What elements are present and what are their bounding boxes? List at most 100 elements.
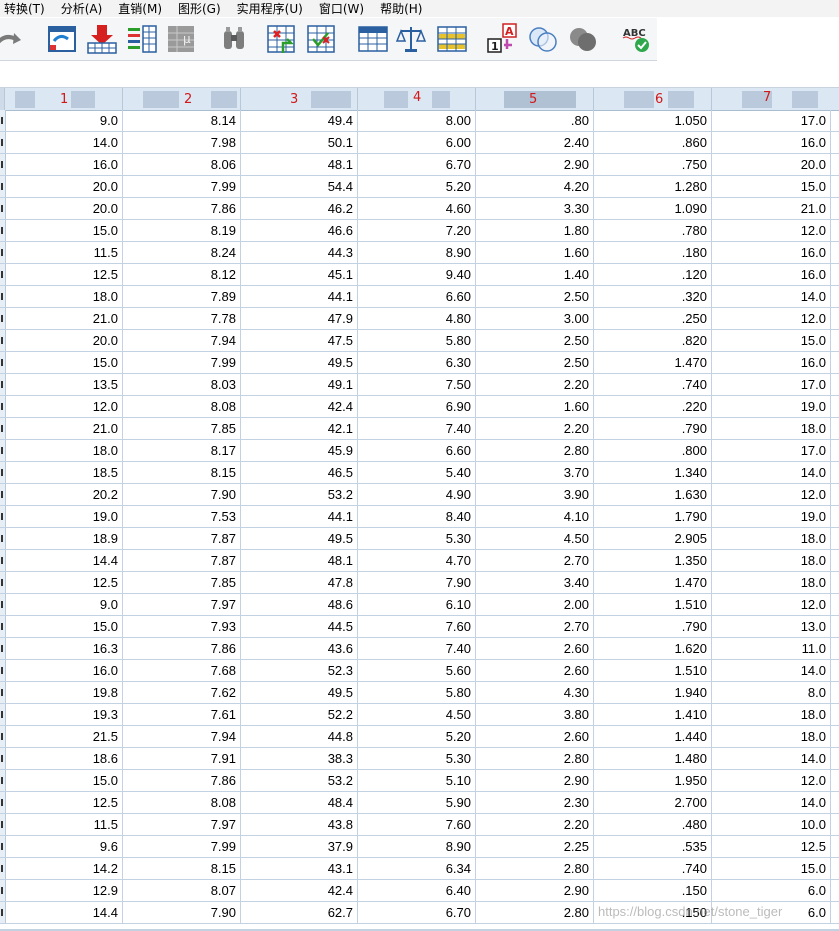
data-cell[interactable]: 8.14	[123, 110, 241, 131]
data-cell[interactable]: 7.20	[358, 220, 476, 241]
select-cases-icon[interactable]	[436, 23, 468, 55]
data-cell[interactable]: 6.34	[358, 858, 476, 879]
data-cell[interactable]: 9.0	[5, 594, 123, 615]
data-cell[interactable]: 6.0	[712, 880, 831, 901]
data-cell[interactable]: 14.4	[5, 550, 123, 571]
data-cell[interactable]: 3.80	[476, 704, 594, 725]
data-cell[interactable]: 47.5	[241, 330, 358, 351]
data-cell[interactable]: 18.0	[5, 286, 123, 307]
data-cell[interactable]: 7.62	[123, 682, 241, 703]
data-cell[interactable]: 7.60	[358, 616, 476, 637]
data-cell[interactable]: 15.0	[712, 330, 831, 351]
data-cell[interactable]: 6.70	[358, 154, 476, 175]
data-cell[interactable]: 7.99	[123, 836, 241, 857]
data-cell[interactable]: 46.6	[241, 220, 358, 241]
data-cell[interactable]: .150	[594, 902, 712, 923]
data-cell[interactable]: 2.30	[476, 792, 594, 813]
data-cell[interactable]: 7.78	[123, 308, 241, 329]
data-cell[interactable]: 49.1	[241, 374, 358, 395]
data-cell[interactable]: 42.1	[241, 418, 358, 439]
data-cell[interactable]: 4.50	[358, 704, 476, 725]
data-cell[interactable]: 4.90	[358, 484, 476, 505]
column-header-6[interactable]: 6	[594, 88, 712, 110]
data-cell[interactable]: 12.5	[5, 572, 123, 593]
data-cell[interactable]: 8.00	[358, 110, 476, 131]
insert-cases-icon[interactable]	[265, 23, 297, 55]
data-cell[interactable]: 7.53	[123, 506, 241, 527]
data-cell[interactable]: 5.80	[358, 682, 476, 703]
data-cell[interactable]: .740	[594, 374, 712, 395]
data-cell[interactable]: 43.1	[241, 858, 358, 879]
data-cell[interactable]: 1.340	[594, 462, 712, 483]
data-cell[interactable]: 20.0	[5, 198, 123, 219]
data-cell[interactable]: 7.91	[123, 748, 241, 769]
menu-window[interactable]: 窗口(W)	[315, 0, 364, 17]
data-cell[interactable]: 11.5	[5, 814, 123, 835]
data-cell[interactable]: 20.0	[5, 330, 123, 351]
data-cell[interactable]: .250	[594, 308, 712, 329]
data-cell[interactable]: 6.10	[358, 594, 476, 615]
menu-transform[interactable]: 转换(T)	[0, 0, 45, 17]
data-cell[interactable]: .820	[594, 330, 712, 351]
data-cell[interactable]: 7.90	[123, 902, 241, 923]
data-cell[interactable]: 44.1	[241, 506, 358, 527]
data-cell[interactable]: 38.3	[241, 748, 358, 769]
data-cell[interactable]: 16.3	[5, 638, 123, 659]
data-cell[interactable]: 1.280	[594, 176, 712, 197]
data-cell[interactable]: 1.40	[476, 264, 594, 285]
data-cell[interactable]: 13.0	[712, 616, 831, 637]
data-cell[interactable]: 9.0	[5, 110, 123, 131]
data-cell[interactable]: 49.5	[241, 352, 358, 373]
data-cell[interactable]: 8.24	[123, 242, 241, 263]
data-cell[interactable]: 8.08	[123, 792, 241, 813]
data-cell[interactable]: 9.6	[5, 836, 123, 857]
data-cell[interactable]: 1.350	[594, 550, 712, 571]
data-cell[interactable]: 53.2	[241, 770, 358, 791]
data-cell[interactable]: 2.70	[476, 616, 594, 637]
data-cell[interactable]: 14.0	[712, 660, 831, 681]
show-all-variables-icon[interactable]	[567, 23, 599, 55]
data-cell[interactable]: 2.25	[476, 836, 594, 857]
data-cell[interactable]: 18.0	[712, 572, 831, 593]
data-cell[interactable]: .535	[594, 836, 712, 857]
data-cell[interactable]: 6.90	[358, 396, 476, 417]
data-cell[interactable]: 8.17	[123, 440, 241, 461]
data-cell[interactable]: 5.20	[358, 176, 476, 197]
data-cell[interactable]: 16.0	[5, 154, 123, 175]
data-cell[interactable]: 8.08	[123, 396, 241, 417]
data-cell[interactable]: 14.0	[712, 286, 831, 307]
data-cell[interactable]: 21.0	[5, 418, 123, 439]
data-cell[interactable]: 12.5	[5, 792, 123, 813]
data-cell[interactable]: 19.3	[5, 704, 123, 725]
insert-variable-icon[interactable]	[305, 23, 337, 55]
data-cell[interactable]: 15.0	[5, 352, 123, 373]
data-cell[interactable]: 14.0	[5, 132, 123, 153]
data-cell[interactable]: 6.40	[358, 880, 476, 901]
goto-case-icon[interactable]	[86, 23, 118, 55]
data-cell[interactable]: 3.30	[476, 198, 594, 219]
data-cell[interactable]: 15.0	[5, 616, 123, 637]
data-cell[interactable]: 5.10	[358, 770, 476, 791]
data-cell[interactable]: 5.60	[358, 660, 476, 681]
data-cell[interactable]: 19.0	[712, 506, 831, 527]
data-cell[interactable]: 3.70	[476, 462, 594, 483]
data-cell[interactable]: 3.90	[476, 484, 594, 505]
data-cell[interactable]: 43.6	[241, 638, 358, 659]
data-cell[interactable]: 10.0	[712, 814, 831, 835]
data-cell[interactable]: 16.0	[712, 264, 831, 285]
data-cell[interactable]: 14.4	[5, 902, 123, 923]
column-header-5[interactable]: 5	[476, 88, 594, 110]
data-cell[interactable]: 47.9	[241, 308, 358, 329]
data-cell[interactable]: 18.0	[712, 418, 831, 439]
column-header-1[interactable]: 1	[5, 88, 123, 110]
recall-dialog-icon[interactable]	[46, 23, 78, 55]
data-cell[interactable]: 12.0	[712, 594, 831, 615]
data-cell[interactable]: 8.40	[358, 506, 476, 527]
data-cell[interactable]: .480	[594, 814, 712, 835]
value-labels-icon[interactable]: A1	[487, 23, 519, 55]
data-cell[interactable]: 1.470	[594, 572, 712, 593]
data-cell[interactable]: 2.80	[476, 858, 594, 879]
data-cell[interactable]: 8.0	[712, 682, 831, 703]
data-cell[interactable]: 2.20	[476, 418, 594, 439]
data-cell[interactable]: 4.10	[476, 506, 594, 527]
